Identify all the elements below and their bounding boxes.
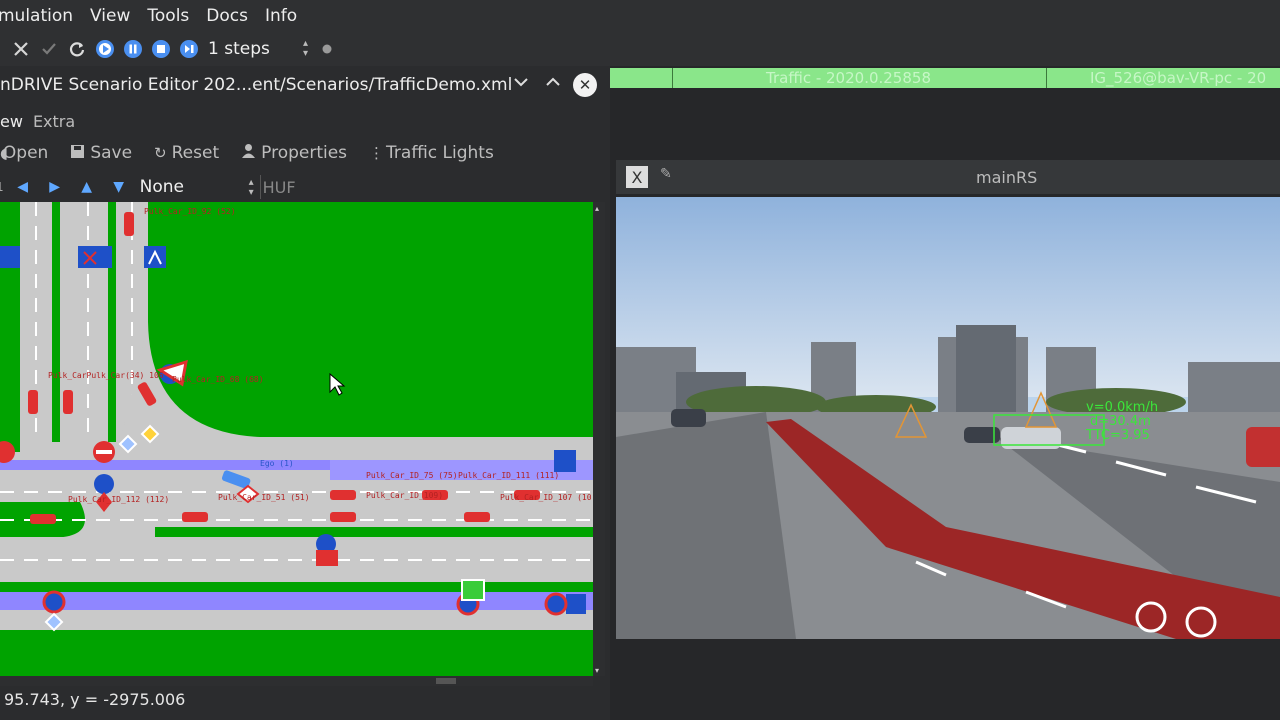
save-button[interactable]: Save <box>70 143 132 163</box>
user-icon <box>241 143 256 163</box>
3d-scene-view[interactable]: v=0.0km/h d=30.4m TTC=3.95 <box>616 197 1280 639</box>
map-label-ego: Ego (1) <box>260 459 294 468</box>
pause-icon[interactable] <box>122 38 144 60</box>
save-icon <box>70 144 85 163</box>
arrow-left-icon[interactable]: ◀ <box>10 176 36 198</box>
chevron-up-icon[interactable] <box>545 74 561 94</box>
menu-docs[interactable]: Docs <box>206 6 248 26</box>
reset-icon: ↻ <box>154 144 167 162</box>
driving-scene: v=0.0km/h d=30.4m TTC=3.95 <box>616 197 1280 639</box>
map-label-car68: Pulk_Car_ID_68 (68) <box>172 375 264 384</box>
hud-speed: v=0.0km/h <box>1086 400 1158 415</box>
editor-titlebar: nDRIVE Scenario Editor 202...ent/Scenari… <box>0 66 610 104</box>
ig-host: IG_526@bav-VR-pc - 20 <box>1090 69 1267 87</box>
menu-view[interactable]: View <box>90 6 130 26</box>
menu-tools[interactable]: Tools <box>147 6 189 26</box>
open-button[interactable]: ◖ Open <box>0 143 48 163</box>
mouse-cursor-icon <box>329 372 346 396</box>
arrow-right-icon[interactable]: ▶ <box>42 176 68 198</box>
arrow-up-icon[interactable]: ▲ <box>74 176 100 198</box>
map-label-car109: Pulk_Car_ID_109) <box>366 491 443 500</box>
simulation-toolbar: 1 steps ▴ ▾ <box>0 32 1280 66</box>
hud-distance: d=30.4m <box>1090 414 1151 429</box>
huf-field[interactable]: HUF <box>259 175 296 199</box>
menu-extra[interactable]: Extra <box>33 112 75 131</box>
menu-bar: mulation View Tools Docs Info <box>0 0 1280 32</box>
x-app-icon[interactable]: X <box>626 166 648 188</box>
map-label-car-group: Pulk_CarPulk_Car(34) 106 <box>48 371 164 380</box>
step-icon[interactable] <box>178 38 200 60</box>
traffic-lights-button[interactable]: ⋮ Traffic Lights <box>369 143 494 163</box>
refresh-icon[interactable] <box>66 38 88 60</box>
steps-spinbox[interactable]: 1 steps ▴ ▾ <box>208 36 310 62</box>
cursor-coordinates: 95.743, y = -2975.006 <box>4 690 186 709</box>
map-label-car112: Pulk_Car_ID_112 (112) <box>68 495 169 504</box>
traffic-lights-label: Traffic Lights <box>386 143 494 163</box>
traffic-bar-divider <box>672 68 673 88</box>
close-icon[interactable]: ✕ <box>573 73 597 97</box>
record-dot-icon <box>316 38 338 60</box>
check-icon[interactable] <box>38 38 60 60</box>
mainrs-title: mainRS <box>976 168 1038 187</box>
map-horizontal-scrollbar[interactable] <box>0 676 593 686</box>
scenario-editor-window: nDRIVE Scenario Editor 202...ent/Scenari… <box>0 66 610 720</box>
reset-label: Reset <box>171 143 220 163</box>
traffic-bar-divider <box>1046 68 1047 88</box>
map-label-car75: Pulk_Car_ID_75 (75) <box>366 471 458 480</box>
editor-toolbar: ◖ Open Save ↻ Reset Properties ⋮ Traffic… <box>0 138 516 168</box>
editor-title: nDRIVE Scenario Editor 202...ent/Scenari… <box>0 75 513 95</box>
menu-simulation[interactable]: mulation <box>0 6 73 26</box>
steps-value: 1 steps <box>208 39 270 59</box>
object-select[interactable]: None ▴ ▾ <box>140 175 256 199</box>
save-label: Save <box>90 143 133 163</box>
pin-icon[interactable]: ✎ <box>660 166 672 182</box>
properties-button[interactable]: Properties <box>241 143 347 163</box>
map-vertical-scrollbar[interactable]: ▴ ▾ <box>593 202 605 676</box>
arrow-down-icon[interactable]: ▼ <box>106 176 132 198</box>
road-map-view[interactable]: Pulk_Car_ID_92 (52) Pulk_CarPulk_Car(34)… <box>0 202 593 676</box>
editor-menubar: ew Extra <box>0 108 75 134</box>
traffic-status-bar: Traffic - 2020.0.25858 IG_526@bav-VR-pc … <box>610 68 1280 88</box>
road-network-canvas[interactable]: Pulk_Car_ID_92 (52) Pulk_CarPulk_Car(34)… <box>0 202 593 676</box>
nav-index: 1 <box>0 180 4 194</box>
properties-label: Properties <box>261 143 348 163</box>
traffic-light-icon: ⋮ <box>369 144 385 162</box>
tools-icon[interactable] <box>10 38 32 60</box>
object-select-value: None <box>139 177 184 197</box>
chevron-down-icon[interactable] <box>513 74 529 94</box>
mainrs-titlebar: X ✎ mainRS <box>616 160 1280 194</box>
select-arrows-icon[interactable]: ▴ ▾ <box>249 178 254 198</box>
menu-view-partial[interactable]: ew <box>0 112 23 131</box>
spin-arrows-icon[interactable]: ▴ ▾ <box>303 39 308 59</box>
map-label-car52: Pulk_Car_ID_92 (52) <box>144 207 236 216</box>
editor-nav-bar: 1 ◀ ▶ ▲ ▼ None ▴▾ HUF <box>0 172 600 202</box>
map-label-car51: Pulk_Car_ID_51 (51) <box>218 493 310 502</box>
render-area: Traffic - 2020.0.25858 IG_526@bav-VR-pc … <box>610 66 1280 720</box>
reset-button[interactable]: ↻ Reset <box>154 143 219 163</box>
play-icon[interactable] <box>94 38 116 60</box>
hud-ttc: TTC=3.95 <box>1085 428 1150 443</box>
map-label-car107: Pulk_Car_ID_107 (10 <box>500 493 592 502</box>
menu-info[interactable]: Info <box>265 6 297 26</box>
map-label-car111: Pulk_Car_ID_111 (111) <box>458 471 559 480</box>
open-label: Open <box>2 143 49 163</box>
traffic-version: Traffic - 2020.0.25858 <box>766 69 931 87</box>
stop-icon[interactable] <box>150 38 172 60</box>
